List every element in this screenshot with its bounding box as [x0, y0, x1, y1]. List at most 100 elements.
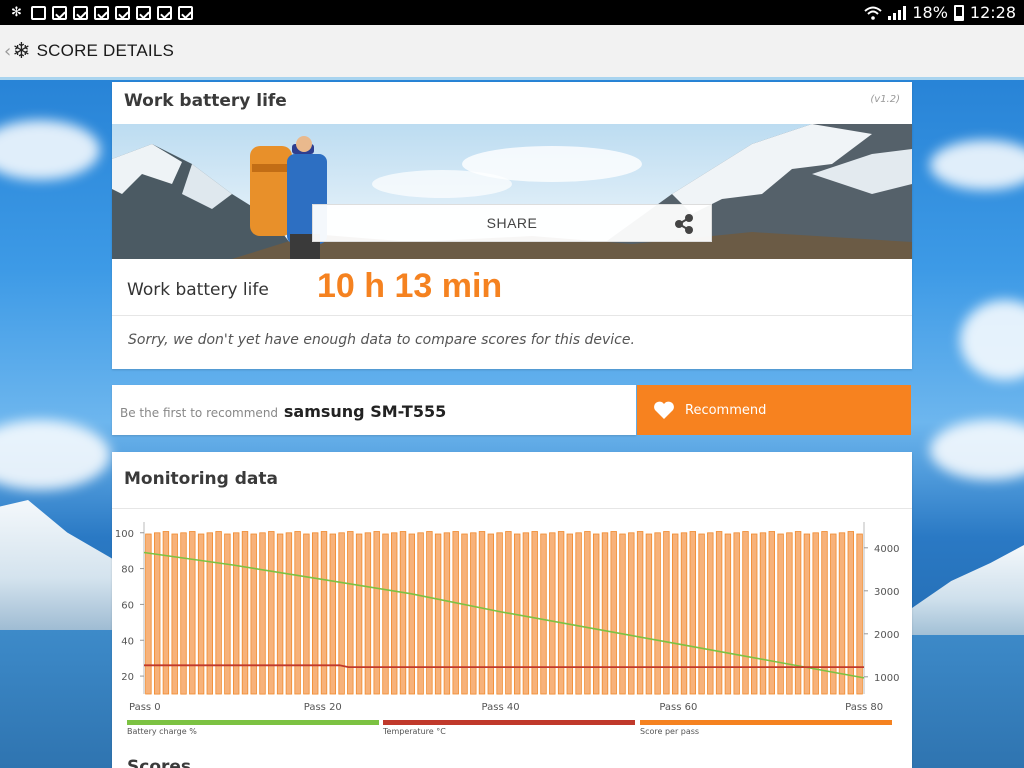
wifi-icon: [864, 6, 882, 20]
score-bar: [856, 533, 863, 695]
result-label: Work battery life: [127, 280, 269, 300]
score-bar: [794, 531, 802, 695]
legend-battery: Battery charge %: [127, 720, 379, 740]
monitoring-chart-svg: 20 40 60 80 100 1000 2000 3000 4000 Pass 0 Pass 20…: [115, 522, 899, 713]
left-tick-label: 100: [115, 529, 134, 540]
score-bar: [724, 533, 732, 695]
left-tick-label: 40: [121, 636, 134, 647]
x-tick-label: Pass 80: [845, 702, 883, 713]
score-bar: [233, 532, 240, 695]
right-tick-label: 3000: [874, 587, 899, 598]
score-bar: [470, 532, 477, 695]
score-bar: [830, 533, 837, 695]
score-bar: [663, 531, 670, 695]
recommend-prompt: Be the first to recommend samsung SM-T55…: [112, 385, 636, 435]
score-bar: [294, 531, 301, 695]
share-icon: [675, 214, 693, 234]
legend-label-score: Score per pass: [640, 727, 700, 736]
score-bar: [434, 533, 442, 695]
score-bar: [364, 532, 372, 695]
score-bar: [268, 531, 275, 695]
x-tick-label: Pass 0: [129, 702, 161, 713]
store-notification-icon: [94, 5, 109, 20]
score-bar: [382, 533, 389, 695]
score-bar: [373, 531, 380, 695]
score-bar: [154, 532, 161, 695]
result-row: Work battery life 10 h 13 min: [112, 260, 912, 316]
score-bar: [426, 531, 433, 695]
score-bar: [320, 531, 328, 695]
score-bar: [768, 531, 775, 695]
score-bar: [786, 532, 793, 695]
score-bar: [311, 532, 319, 695]
recommend-button[interactable]: Recommend: [637, 385, 911, 435]
chevron-left-icon[interactable]: ‹: [4, 41, 11, 62]
score-bar: [531, 531, 538, 695]
status-bar: ✻ 18% 12:28: [0, 0, 1024, 25]
score-bar: [619, 533, 626, 695]
score-bar: [759, 532, 767, 695]
score-bar: [777, 533, 784, 695]
store-notification-icon: [157, 5, 172, 20]
score-bar: [540, 533, 547, 695]
score-bar: [250, 533, 257, 695]
score-bar: [399, 531, 407, 695]
snowflake-icon: ✻: [11, 5, 22, 20]
left-tick-label: 80: [121, 565, 134, 576]
score-bar: [672, 533, 679, 695]
score-bar: [338, 532, 345, 695]
score-bar: [680, 532, 688, 695]
score-bar: [347, 531, 354, 695]
score-bar: [610, 531, 617, 695]
score-bar: [215, 531, 222, 695]
legend-temperature: Temperature °C: [383, 720, 635, 740]
score-bar: [654, 532, 661, 695]
score-bar: [408, 533, 415, 695]
store-notification-icon: [115, 5, 130, 20]
share-label: SHARE: [486, 215, 538, 231]
score-bar: [452, 531, 459, 695]
score-bar: [496, 532, 503, 695]
score-bar: [461, 533, 468, 695]
score-bar: [742, 531, 749, 695]
clock: 12:28: [969, 3, 1016, 22]
version-label: (v1.2): [870, 94, 900, 105]
right-tick-label: 2000: [874, 630, 899, 641]
store-notification-icon: [52, 5, 67, 20]
score-bar: [487, 533, 494, 695]
x-tick-label: Pass 20: [304, 702, 342, 713]
scores-section-title: Scores: [127, 757, 192, 768]
battery-icon: [953, 4, 964, 21]
score-bar: [584, 531, 591, 695]
score-bar: [145, 533, 152, 695]
x-tick-label: Pass 40: [482, 702, 520, 713]
monitoring-chart: 20 40 60 80 100 1000 2000 3000 4000 Pass 0 Pass 20…: [112, 514, 912, 739]
share-button[interactable]: SHARE: [312, 204, 712, 242]
score-bar: [733, 532, 740, 695]
score-bar: [645, 533, 653, 695]
score-bar: [566, 533, 573, 695]
score-bar: [636, 531, 644, 695]
store-notification-icon: [178, 5, 193, 20]
heart-icon: [654, 401, 674, 419]
score-bar: [698, 533, 705, 695]
score-bar: [206, 532, 213, 695]
recommend-prefix: Be the first to recommend: [120, 406, 279, 420]
score-bar: [751, 533, 758, 695]
comparison-notice: Sorry, we don't yet have enough data to …: [128, 332, 635, 348]
score-bar: [838, 532, 846, 695]
device-name: samsung SM-T555: [283, 402, 447, 421]
legend-label-battery: Battery charge %: [127, 727, 197, 736]
score-bar: [847, 531, 854, 695]
score-bar: [241, 531, 249, 695]
store-notification-icon: [73, 5, 88, 20]
store-notification-icon: [136, 5, 151, 20]
score-bar: [443, 532, 451, 695]
score-bar: [276, 533, 284, 695]
score-bar: [197, 533, 205, 695]
section-title: Monitoring data: [124, 469, 278, 489]
left-tick-label: 20: [121, 672, 134, 683]
score-bar: [171, 533, 178, 695]
snowflake-icon[interactable]: ❄: [12, 39, 30, 64]
result-value: 10 h 13 min: [317, 267, 503, 305]
